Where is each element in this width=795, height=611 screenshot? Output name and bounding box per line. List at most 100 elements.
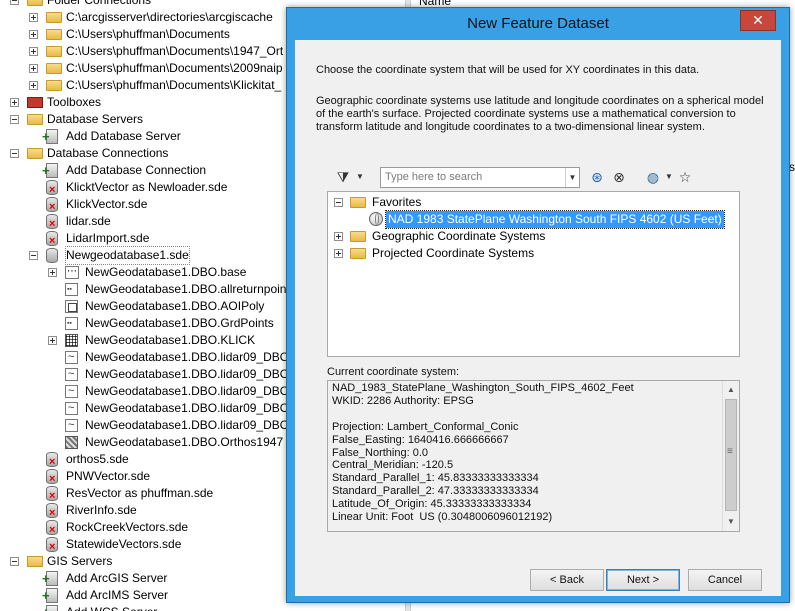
- collapse-icon[interactable]: [10, 149, 19, 158]
- catalog-item-label: NewGeodatabase1.DBO.lidar09_DBO_l: [85, 418, 299, 432]
- catalog-item-label: orthos5.sde: [66, 452, 129, 466]
- line-feature-class-icon: [65, 366, 78, 383]
- dialog-buttons: < Back Next > Cancel: [295, 569, 781, 593]
- catalog-item-label: Newgeodatabase1.sde: [65, 246, 190, 265]
- sde-disconnected-icon: [46, 197, 58, 213]
- catalog-item-label: Add ArcGIS Server: [66, 571, 168, 585]
- search-input[interactable]: Type here to search ▼: [380, 167, 580, 188]
- catalog-item-label: NewGeodatabase1.DBO.lidar09_DBO_l: [85, 367, 299, 381]
- expand-icon[interactable]: [29, 64, 38, 73]
- add-server-icon: [42, 128, 58, 145]
- scroll-thumb[interactable]: [725, 399, 737, 511]
- catalog-item-label: RiverInfo.sde: [66, 503, 137, 517]
- favorites-label: Favorites: [372, 195, 422, 209]
- folder-icon: [46, 63, 62, 74]
- favorites-folder-icon: [350, 197, 366, 208]
- folder-icon: [46, 80, 62, 91]
- cs-toolbar: ⧩ ▼ Type here to search ▼ ⊛ ⊗ ◍ ▼ ☆: [334, 166, 754, 190]
- feature-dataset-icon: [65, 263, 79, 280]
- collapse-icon[interactable]: [334, 198, 343, 207]
- search-dropdown-icon[interactable]: ▼: [565, 168, 579, 187]
- catalog-item-label: NewGeodatabase1.DBO.KLICK: [85, 333, 256, 347]
- add-favorite-icon[interactable]: ☆: [676, 168, 694, 186]
- collapse-icon[interactable]: [29, 251, 38, 260]
- expand-icon[interactable]: [29, 30, 38, 39]
- sde-disconnected-icon: [46, 486, 58, 502]
- catalog-item-label: C:\Users\phuffman\Documents\2009naip: [66, 61, 283, 75]
- catalog-item-label: ResVector as phuffman.sde: [66, 486, 214, 500]
- details-scrollbar[interactable]: ▲ ▼: [722, 381, 739, 531]
- selected-cs-label[interactable]: NAD 1983 StatePlane Washington South FIP…: [385, 210, 725, 229]
- catalog-item-label: NewGeodatabase1.DBO.allreturnpoint: [85, 282, 290, 296]
- current-cs-details[interactable]: NAD_1983_StatePlane_Washington_South_FIP…: [327, 380, 740, 532]
- coordinate-system-tree[interactable]: Favorites NAD 1983 StatePlane Washington…: [327, 191, 740, 357]
- catalog-item-label: NewGeodatabase1.DBO.lidar09_DBO_l: [85, 350, 299, 364]
- sde-disconnected-icon: [46, 231, 58, 247]
- gis-servers-folder-icon: [27, 556, 43, 567]
- tree-node-projected[interactable]: Projected Coordinate Systems: [334, 245, 714, 262]
- close-button[interactable]: ✕: [740, 10, 776, 31]
- filter-dropdown-icon[interactable]: ▼: [351, 168, 369, 186]
- catalog-item-label: Add Database Connection: [66, 163, 207, 177]
- catalog-item-label: NewGeodatabase1.DBO.base: [85, 265, 247, 279]
- expand-icon[interactable]: [48, 336, 57, 345]
- expand-icon[interactable]: [29, 47, 38, 56]
- geographic-label: Geographic Coordinate Systems: [372, 229, 546, 243]
- expand-icon[interactable]: [29, 13, 38, 22]
- catalog-item-label: C:\arcgisserver\directories\arcgiscache: [66, 10, 273, 24]
- expand-icon[interactable]: [10, 98, 19, 107]
- expand-icon[interactable]: [48, 268, 57, 277]
- tree-node-geographic[interactable]: Geographic Coordinate Systems: [334, 228, 714, 245]
- tree-node-favorites[interactable]: Favorites: [334, 194, 714, 211]
- scroll-up-icon[interactable]: ▲: [725, 383, 737, 397]
- expand-icon[interactable]: [334, 249, 343, 258]
- catalog-item-label: Folder Connections: [47, 0, 152, 7]
- database-icon: [46, 248, 58, 263]
- next-button[interactable]: Next >: [606, 569, 680, 591]
- catalog-item-label: KlicktVector as Newloader.sde: [66, 180, 228, 194]
- raster-icon: [65, 334, 78, 347]
- mosaic-dataset-icon: [65, 436, 78, 449]
- point-feature-class-icon: [65, 315, 78, 332]
- new-feature-dataset-dialog: New Feature Dataset ✕ Choose the coordin…: [286, 7, 790, 603]
- projected-label: Projected Coordinate Systems: [372, 246, 535, 260]
- current-cs-label: Current coordinate system:: [327, 366, 460, 378]
- description-text: Geographic coordinate systems use latitu…: [316, 95, 764, 133]
- collapse-icon[interactable]: [10, 0, 19, 5]
- expand-icon[interactable]: [29, 81, 38, 90]
- folder-icon: [350, 231, 366, 242]
- catalog-item[interactable]: Add WCS Server: [29, 604, 405, 611]
- expand-icon[interactable]: [334, 232, 343, 241]
- catalog-item-label: Add ArcIMS Server: [66, 588, 169, 602]
- polygon-feature-class-icon: [65, 300, 78, 313]
- filter-icon[interactable]: ⧩: [334, 168, 352, 186]
- catalog-item-label: Database Connections: [47, 146, 169, 160]
- sde-disconnected-icon: [46, 469, 58, 485]
- catalog-item-label: NewGeodatabase1.DBO.lidar09_DBO_l: [85, 384, 299, 398]
- catalog-item-label: Database Servers: [47, 112, 144, 126]
- cancel-button[interactable]: Cancel: [688, 569, 762, 591]
- collapse-icon[interactable]: [10, 557, 19, 566]
- dialog-body: Choose the coordinate system that will b…: [295, 40, 781, 596]
- search-icon[interactable]: ⊛: [588, 168, 606, 186]
- collapse-icon[interactable]: [10, 115, 19, 124]
- add-server-icon: [42, 587, 58, 604]
- folder-icon: [27, 114, 43, 125]
- catalog-item-label: C:\Users\phuffman\Documents\Klickitat_: [66, 78, 282, 92]
- line-feature-class-icon: [65, 349, 78, 366]
- line-feature-class-icon: [65, 383, 78, 400]
- catalog-item-label: NewGeodatabase1.DBO.GrdPoints: [85, 316, 274, 330]
- clear-search-icon[interactable]: ⊗: [610, 168, 628, 186]
- catalog-item-label: KlickVector.sde: [66, 197, 148, 211]
- folder-icon: [46, 29, 62, 40]
- catalog-item-label: LidarImport.sde: [66, 231, 150, 245]
- folder-icon: [350, 248, 366, 259]
- tree-node-selected-cs[interactable]: NAD 1983 StatePlane Washington South FIP…: [334, 210, 734, 229]
- folder-icon: [46, 12, 62, 23]
- sde-disconnected-icon: [46, 537, 58, 553]
- intro-text: Choose the coordinate system that will b…: [316, 64, 700, 76]
- back-button[interactable]: < Back: [530, 569, 604, 591]
- catalog-item-label: Add Database Server: [66, 129, 181, 143]
- catalog-item-label: NewGeodatabase1.DBO.Orthos1947: [85, 435, 284, 449]
- scroll-down-icon[interactable]: ▼: [725, 515, 737, 529]
